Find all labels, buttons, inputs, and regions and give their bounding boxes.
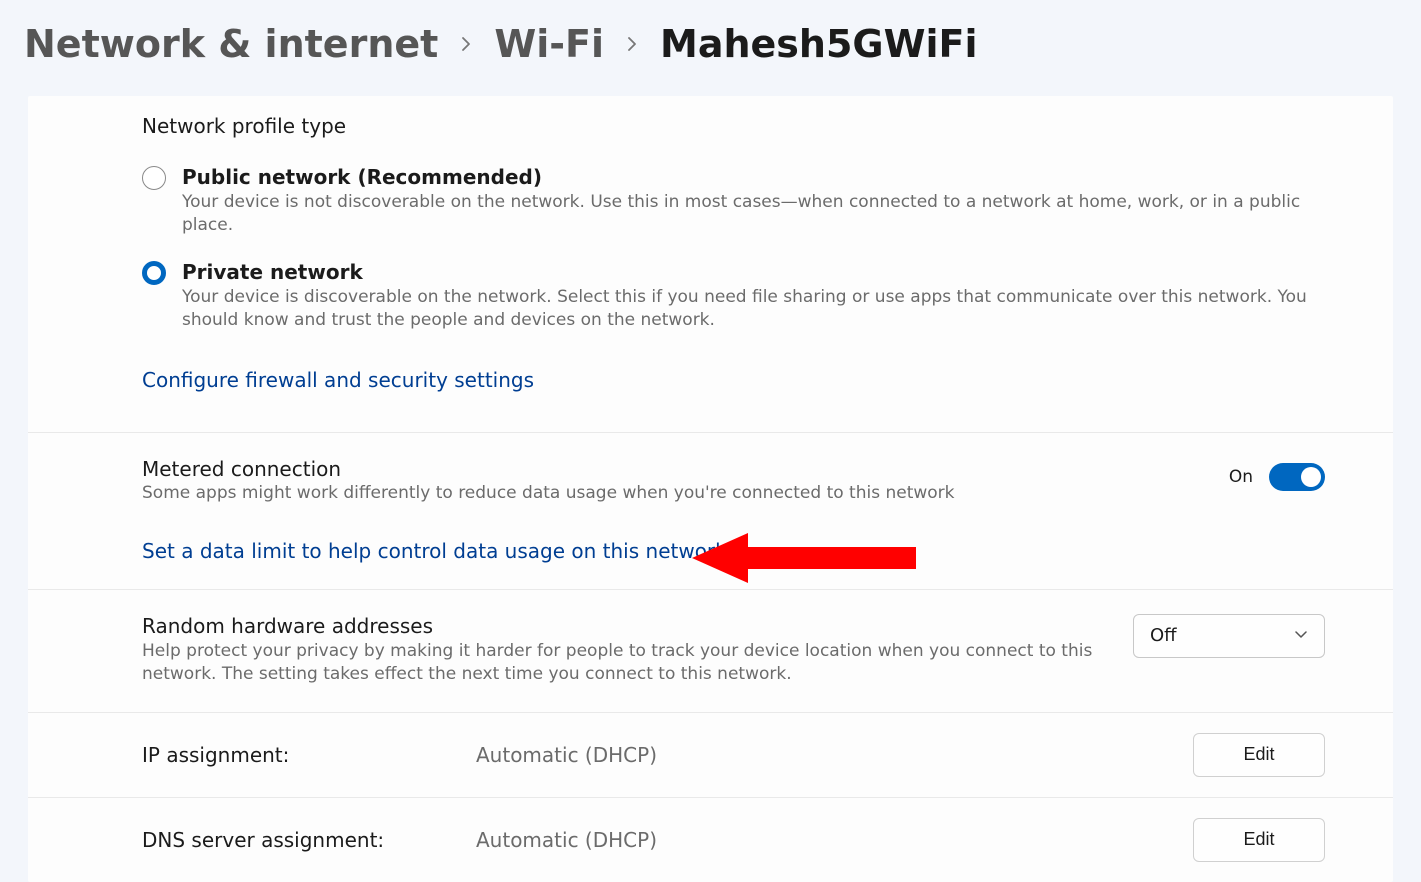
radio-private-network[interactable]: Private network Your device is discovera…	[142, 259, 1349, 332]
radio-label: Public network (Recommended)	[182, 165, 1349, 189]
set-data-limit-link[interactable]: Set a data limit to help control data us…	[142, 539, 727, 563]
dropdown-value: Off	[1150, 625, 1177, 646]
radio-circle-icon[interactable]	[142, 166, 166, 190]
metered-description: Some apps might work differently to redu…	[142, 483, 1205, 503]
dns-edit-button[interactable]: Edit	[1193, 818, 1325, 862]
breadcrumb-current: Mahesh5GWiFi	[660, 22, 978, 66]
network-profile-section: Network profile type Public network (Rec…	[28, 96, 1393, 433]
chevron-right-icon	[458, 36, 474, 52]
breadcrumb-wifi[interactable]: Wi-Fi	[494, 22, 604, 66]
random-hardware-dropdown[interactable]: Off	[1133, 614, 1325, 658]
breadcrumb: Network & internet Wi-Fi Mahesh5GWiFi	[0, 0, 1421, 96]
metered-toggle-label: On	[1229, 467, 1253, 487]
toggle-knob-icon	[1301, 467, 1321, 487]
metered-connection-section: Metered connection Some apps might work …	[28, 433, 1393, 590]
ip-assignment-value: Automatic (DHCP)	[476, 743, 1169, 767]
radio-label: Private network	[182, 260, 1349, 284]
radio-public-network[interactable]: Public network (Recommended) Your device…	[142, 164, 1349, 237]
metered-toggle[interactable]	[1269, 463, 1325, 491]
firewall-settings-link[interactable]: Configure firewall and security settings	[142, 368, 534, 392]
settings-panel: Network profile type Public network (Rec…	[28, 96, 1393, 882]
radio-description: Your device is discoverable on the netwo…	[182, 286, 1349, 332]
dns-assignment-value: Automatic (DHCP)	[476, 828, 1169, 852]
ip-assignment-label: IP assignment:	[142, 743, 452, 767]
chevron-down-icon	[1294, 626, 1308, 645]
radio-description: Your device is not discoverable on the n…	[182, 191, 1349, 237]
metered-title: Metered connection	[142, 457, 1205, 481]
chevron-right-icon	[624, 36, 640, 52]
breadcrumb-network-internet[interactable]: Network & internet	[24, 22, 438, 66]
metered-toggle-group: On	[1229, 457, 1349, 491]
random-hardware-section: Random hardware addresses Help protect y…	[28, 590, 1393, 713]
random-hardware-title: Random hardware addresses	[142, 614, 1109, 638]
radio-circle-icon[interactable]	[142, 261, 166, 285]
random-hardware-description: Help protect your privacy by making it h…	[142, 640, 1109, 686]
ip-edit-button[interactable]: Edit	[1193, 733, 1325, 777]
ip-assignment-row: IP assignment: Automatic (DHCP) Edit	[28, 713, 1393, 798]
dns-assignment-row: DNS server assignment: Automatic (DHCP) …	[28, 798, 1393, 882]
network-profile-heading: Network profile type	[142, 114, 1349, 138]
dns-assignment-label: DNS server assignment:	[142, 828, 452, 852]
